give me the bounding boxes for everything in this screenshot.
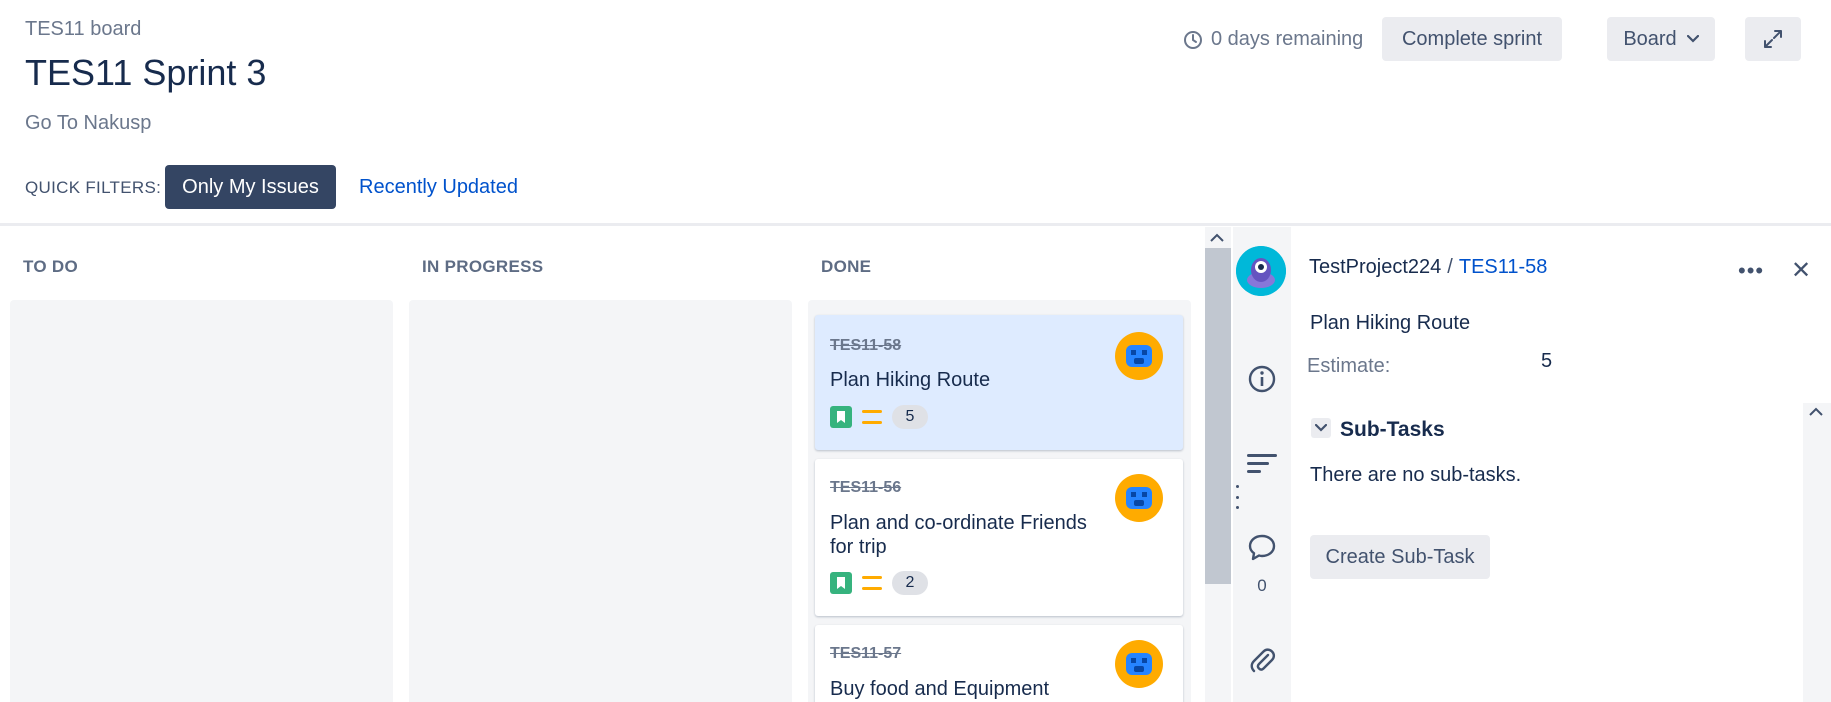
page-title: TES11 Sprint 3 <box>25 52 267 93</box>
issue-card[interactable]: TES11-56 Plan and co-ordinate Friends fo… <box>815 459 1183 616</box>
story-icon <box>830 572 852 594</box>
complete-sprint-button[interactable]: Complete sprint <box>1382 17 1562 61</box>
chevron-down-icon <box>1315 424 1327 432</box>
story-points-badge: 5 <box>892 405 928 429</box>
scroll-up-icon[interactable] <box>1209 230 1225 248</box>
board-menu-button[interactable]: Board <box>1607 17 1715 61</box>
create-subtask-button[interactable]: Create Sub-Task <box>1310 535 1490 579</box>
remaining-text: 0 days remaining <box>1211 28 1364 50</box>
issue-key[interactable]: TES11-56 <box>830 479 901 497</box>
comment-count: 0 <box>1257 576 1267 595</box>
issue-key[interactable]: TES11-57 <box>830 645 901 663</box>
subtasks-heading: Sub-Tasks <box>1340 418 1445 441</box>
avatar <box>1115 474 1163 522</box>
column-header-done: DONE <box>821 257 872 276</box>
subtasks-toggle[interactable] <box>1311 418 1331 438</box>
issue-card[interactable]: TES11-58 Plan Hiking Route 5 <box>815 315 1183 450</box>
header-divider <box>0 223 1831 226</box>
project-avatar <box>1236 246 1286 296</box>
estimate-label: Estimate: <box>1307 355 1391 377</box>
sprint-goal: Go To Nakusp <box>25 112 152 134</box>
comment-icon[interactable] <box>1246 531 1278 563</box>
breadcrumb-project[interactable]: TestProject224 <box>1309 256 1441 279</box>
details-icon[interactable] <box>1246 448 1278 480</box>
column-todo[interactable] <box>10 300 393 702</box>
quick-filters-label: QUICK FILTERS: <box>25 178 162 197</box>
board-scrollbar-thumb[interactable] <box>1205 248 1231 584</box>
issue-key[interactable]: TES11-58 <box>830 337 901 355</box>
filter-only-my-issues[interactable]: Only My Issues <box>165 165 336 209</box>
priority-medium-icon <box>862 410 882 424</box>
column-header-todo: TO DO <box>23 257 79 276</box>
info-icon[interactable] <box>1246 363 1278 395</box>
board-menu-label: Board <box>1623 27 1677 50</box>
issue-meta: 2 <box>830 571 928 595</box>
panel-resize-handle[interactable] <box>1234 485 1240 509</box>
scroll-up-icon[interactable] <box>1808 404 1824 422</box>
issue-summary: Plan Hiking Route <box>830 369 991 391</box>
issue-breadcrumb: TestProject224 / TES11-58 <box>1309 256 1547 279</box>
issue-summary: Plan and co-ordinate Friends for trip <box>830 512 1087 558</box>
column-header-in-progress: IN PROGRESS <box>422 257 544 276</box>
chevron-down-icon <box>1686 35 1699 43</box>
expand-icon <box>1764 30 1782 48</box>
column-in-progress[interactable] <box>409 300 792 702</box>
story-points-badge: 2 <box>892 571 928 595</box>
avatar <box>1115 640 1163 688</box>
issue-meta: 5 <box>830 405 928 429</box>
expand-button[interactable] <box>1745 17 1801 61</box>
filter-recently-updated[interactable]: Recently Updated <box>359 176 518 199</box>
avatar <box>1115 332 1163 380</box>
board-name: TES11 board <box>25 18 142 40</box>
clock-icon <box>1184 30 1202 49</box>
close-panel-button[interactable]: ✕ <box>1791 256 1811 285</box>
story-icon <box>830 406 852 428</box>
issue-card[interactable]: TES11-57 Buy food and Equipment <box>815 625 1183 702</box>
breadcrumb-issue-key[interactable]: TES11-58 <box>1459 256 1548 279</box>
breadcrumb-separator: / <box>1447 256 1453 278</box>
sprint-remaining: 0 days remaining <box>1183 28 1363 51</box>
issue-summary-heading[interactable]: Plan Hiking Route <box>1310 312 1470 335</box>
subtasks-empty-message: There are no sub-tasks. <box>1310 464 1522 486</box>
more-actions-button[interactable]: ••• <box>1738 258 1764 284</box>
priority-medium-icon <box>862 576 882 590</box>
issue-summary: Buy food and Equipment <box>830 678 1050 700</box>
paperclip-icon[interactable] <box>1246 644 1278 676</box>
panel-scrollbar[interactable] <box>1803 403 1831 702</box>
estimate-value[interactable]: 5 <box>1541 350 1552 373</box>
